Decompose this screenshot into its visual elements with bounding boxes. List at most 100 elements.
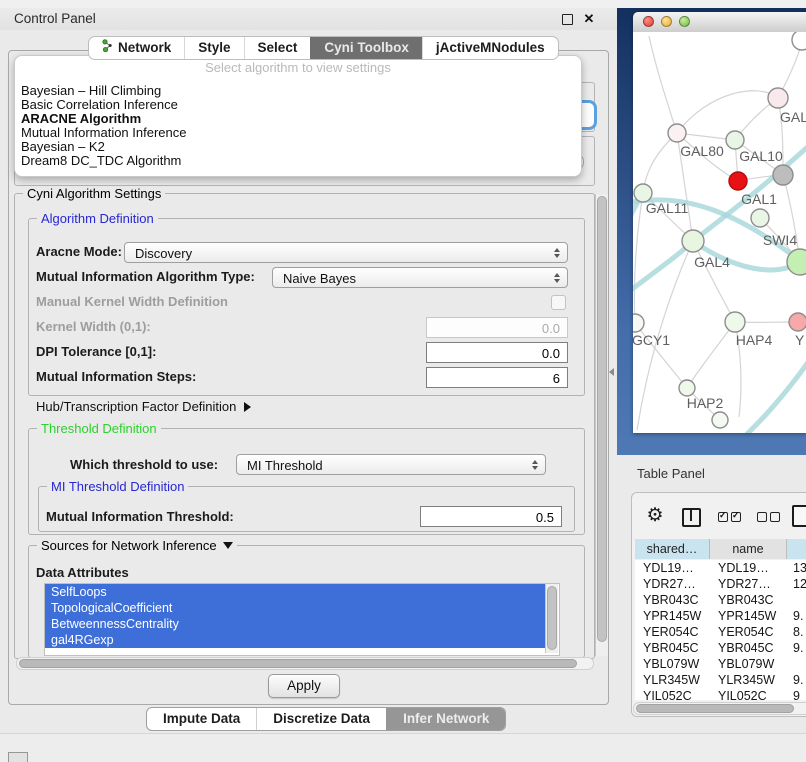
network-node-gal1[interactable] [729, 172, 747, 190]
unchecked-box-icon [757, 512, 767, 522]
algorithm-option-dream8-dc-tdc-algorithm[interactable]: Dream8 DC_TDC Algorithm [21, 154, 575, 168]
column-header-shared[interactable]: shared… [635, 539, 710, 559]
tab-select[interactable]: Select [244, 37, 311, 59]
table-cell: YDR27… [710, 576, 787, 592]
attribute-gal4rgexp[interactable]: gal4RGexp [45, 632, 546, 648]
minimized-panel-stub[interactable] [8, 752, 28, 762]
manual-kernel-checkbox[interactable] [551, 295, 566, 310]
bottom-tab-infer-network[interactable]: Infer Network [386, 708, 505, 730]
table-row[interactable]: YER054CYER054C8. [635, 624, 806, 640]
settings-scrollbar-thumb[interactable] [597, 196, 607, 642]
splitter-collapse-icon[interactable] [609, 368, 614, 376]
network-node-gal10[interactable] [726, 131, 744, 149]
network-node-y[interactable] [789, 313, 806, 331]
tab-cyni-toolbox[interactable]: Cyni Toolbox [310, 37, 422, 59]
settings-vertical-scrollbar[interactable] [595, 194, 608, 656]
tab-jactivemnodules[interactable]: jActiveMNodules [422, 37, 558, 59]
mi-threshold-field[interactable]: 0.5 [420, 506, 562, 527]
sources-label-wrap[interactable]: Sources for Network Inference [37, 538, 237, 553]
algorithm-option-aracne-algorithm[interactable]: ARACNE Algorithm [21, 112, 575, 126]
attribute-topologicalcoefficient[interactable]: TopologicalCoefficient [45, 600, 546, 616]
table-row[interactable]: YBL079WYBL079W [635, 656, 806, 672]
table-cell: 9. [787, 608, 806, 624]
network-node-gal80[interactable] [668, 124, 686, 142]
settings-horizontal-scrollbar[interactable] [16, 657, 594, 670]
dpi-tolerance-label: DPI Tolerance [0,1]: [36, 344, 156, 360]
data-attributes-label: Data Attributes [36, 565, 129, 581]
table-cell: YER054C [635, 624, 710, 640]
table-header: shared… name [635, 539, 806, 559]
network-node-gal[interactable] [768, 88, 788, 108]
tab-style[interactable]: Style [184, 37, 243, 59]
settings-hscrollbar-thumb[interactable] [19, 659, 577, 668]
attributes-scrollbar-thumb[interactable] [547, 586, 557, 650]
network-node-hap2[interactable] [679, 380, 695, 396]
attributes-list-scrollbar[interactable] [545, 584, 558, 653]
table-horizontal-scrollbar[interactable] [633, 702, 806, 715]
minimize-traffic-light-icon[interactable] [661, 16, 672, 27]
network-node[interactable] [792, 32, 806, 50]
attribute-selfloops[interactable]: SelfLoops [45, 584, 546, 600]
table-row[interactable]: YBR045CYBR045C9. [635, 640, 806, 656]
mi-type-label: Mutual Information Algorithm Type: [36, 269, 255, 285]
network-node-gcy1[interactable] [633, 314, 644, 332]
network-window-titlebar[interactable] [633, 12, 806, 33]
table-row[interactable]: YPR145WYPR145W9. [635, 608, 806, 624]
tab-label: Network [118, 37, 171, 59]
tab-network[interactable]: Network [89, 37, 184, 59]
network-edge[interactable] [634, 193, 643, 323]
attributes-list[interactable]: SelfLoopsTopologicalCoefficientBetweenne… [44, 583, 560, 656]
table-row[interactable]: YDR27…YDR27…12 [635, 576, 806, 592]
which-threshold-combo[interactable]: MI Threshold [236, 454, 546, 475]
hub-definition-toggle[interactable]: Hub/Transcription Factor Definition [36, 399, 251, 415]
column-header-clipped[interactable] [787, 539, 806, 559]
network-node[interactable] [773, 165, 793, 185]
gear-icon[interactable] [644, 505, 666, 527]
close-traffic-light-icon[interactable] [643, 16, 654, 27]
algorithm-option-bayesian-hill-climbing[interactable]: Bayesian – Hill Climbing [21, 84, 575, 98]
bottom-tab-discretize-data[interactable]: Discretize Data [256, 708, 386, 730]
mi-type-combo[interactable]: Naive Bayes [272, 267, 568, 288]
mi-steps-field[interactable]: 6 [426, 367, 568, 388]
network-edge[interactable] [643, 133, 677, 193]
zoom-traffic-light-icon[interactable] [679, 16, 690, 27]
network-node-swi4[interactable] [751, 209, 769, 227]
split-column-icon[interactable] [682, 508, 701, 527]
control-panel-title: Control Panel [14, 8, 96, 30]
network-edge[interactable] [677, 91, 778, 133]
which-threshold-value: MI Threshold [247, 458, 323, 473]
manual-kernel-label: Manual Kernel Width Definition [36, 294, 228, 310]
algorithm-option-mutual-information-inference[interactable]: Mutual Information Inference [21, 126, 575, 140]
network-window: GALGAL80GAL10GAL1GAL11SWI4GAL4GCY1HAP4YH… [633, 12, 806, 433]
bottom-tab-impute-data[interactable]: Impute Data [147, 708, 256, 730]
aracne-mode-combo[interactable]: Discovery [124, 242, 568, 263]
attribute-betweennesscentrality[interactable]: BetweennessCentrality [45, 616, 546, 632]
kernel-width-field[interactable]: 0.0 [426, 317, 568, 338]
float-window-icon[interactable] [562, 14, 573, 25]
network-edge[interactable] [687, 322, 735, 388]
select-all-checkboxes-icon[interactable] [718, 512, 741, 522]
deselect-all-checkboxes-icon[interactable] [757, 512, 780, 522]
page-icon[interactable] [792, 505, 806, 527]
table-cell: YPR145W [635, 608, 710, 624]
table-row[interactable]: YDL19…YDL19…13 [635, 560, 806, 576]
algorithm-option-bayesian-k2[interactable]: Bayesian – K2 [21, 140, 575, 154]
algorithm-option-basic-correlation-inference[interactable]: Basic Correlation Inference [21, 98, 575, 112]
algorithm-dropdown: Select algorithm to view settings Bayesi… [14, 55, 582, 177]
network-edge[interactable] [649, 36, 677, 133]
table-panel-title: Table Panel [637, 466, 705, 481]
table-row[interactable]: YIL052CYIL052C9 [635, 688, 806, 700]
network-edge[interactable] [633, 241, 693, 300]
network-node[interactable] [787, 249, 806, 275]
network-node-hap4[interactable] [725, 312, 745, 332]
table-row[interactable]: YLR345WYLR345W9. [635, 672, 806, 688]
column-header-name[interactable]: name [710, 539, 787, 559]
network-node-gal4[interactable] [682, 230, 704, 252]
network-node[interactable] [712, 412, 728, 428]
apply-button[interactable]: Apply [268, 674, 340, 698]
table-hscrollbar-thumb[interactable] [636, 704, 794, 713]
table-row[interactable]: YBR043CYBR043C [635, 592, 806, 608]
network-canvas[interactable]: GALGAL80GAL10GAL1GAL11SWI4GAL4GCY1HAP4YH… [633, 32, 806, 433]
close-icon[interactable] [581, 8, 597, 30]
dpi-tolerance-field[interactable]: 0.0 [426, 342, 568, 363]
